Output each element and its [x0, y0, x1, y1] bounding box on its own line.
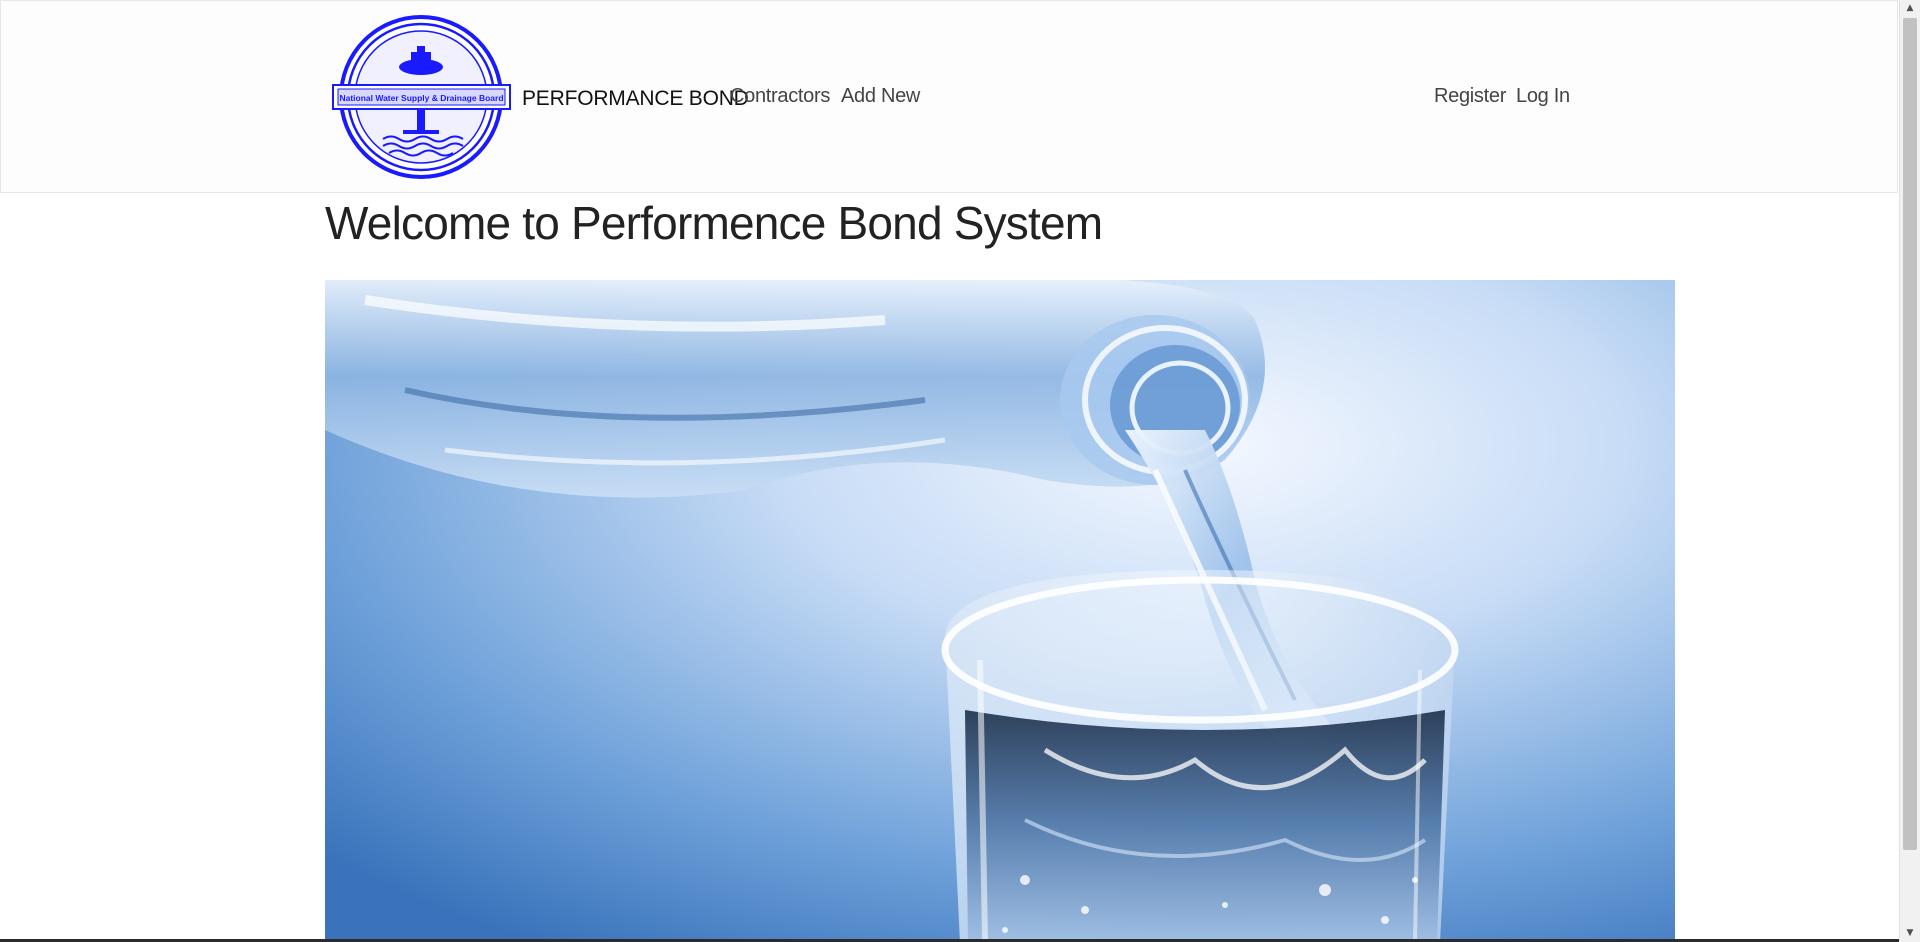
browser-viewport: National Water Supply & Drainage Board P… [0, 0, 1899, 942]
water-pouring-image [325, 280, 1675, 942]
brand-name[interactable]: PERFORMANCE BOND [522, 87, 749, 111]
top-navbar: National Water Supply & Drainage Board P… [0, 0, 1898, 193]
page-title: Welcome to Performence Bond System [325, 197, 1103, 249]
scroll-up-arrow-icon[interactable]: ▲ [1900, 0, 1920, 17]
nwsdb-logo-icon: National Water Supply & Drainage Board [332, 15, 511, 179]
vertical-scrollbar[interactable]: ▲ ▼ [1899, 0, 1920, 942]
nav-link-add-new[interactable]: Add New [841, 85, 920, 108]
nav-link-contractors[interactable]: Contractors [730, 85, 830, 108]
nav-link-register[interactable]: Register [1434, 85, 1506, 108]
nav-link-log-in[interactable]: Log In [1516, 85, 1570, 108]
scrollbar-thumb[interactable] [1903, 18, 1917, 850]
logo-text: National Water Supply & Drainage Board [339, 93, 503, 103]
scroll-down-arrow-icon[interactable]: ▼ [1900, 925, 1920, 942]
brand-logo[interactable]: National Water Supply & Drainage Board [331, 15, 512, 180]
hero-image [325, 280, 1675, 942]
